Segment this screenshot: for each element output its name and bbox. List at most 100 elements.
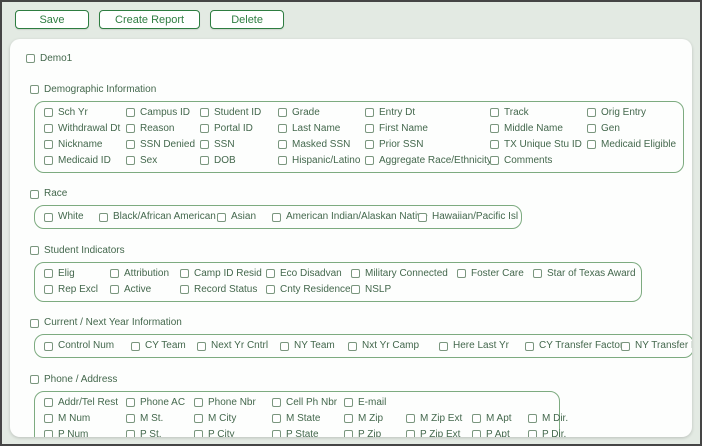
- checkbox-track[interactable]: Track: [490, 107, 587, 119]
- checkbox-box[interactable]: [344, 430, 353, 437]
- checkbox-m-zip-ext[interactable]: M Zip Ext: [406, 413, 472, 425]
- checkbox-last-name[interactable]: Last Name: [278, 123, 365, 135]
- checkbox-box[interactable]: [44, 398, 53, 407]
- checkbox-box[interactable]: [217, 212, 226, 222]
- checkbox-active[interactable]: Active: [110, 284, 180, 296]
- checkbox-box[interactable]: [126, 156, 135, 165]
- checkbox-section-student-indicators[interactable]: Student Indicators: [30, 245, 125, 257]
- checkbox-grade[interactable]: Grade: [278, 107, 365, 119]
- checkbox-box[interactable]: [490, 140, 499, 149]
- checkbox-attribution[interactable]: Attribution: [110, 268, 180, 280]
- checkbox-box[interactable]: [472, 414, 481, 423]
- checkbox-box[interactable]: [365, 140, 374, 149]
- checkbox-cell-ph-nbr[interactable]: Cell Ph Nbr: [272, 397, 344, 409]
- checkbox-box[interactable]: [194, 430, 203, 437]
- checkbox-m-city[interactable]: M City: [194, 413, 272, 425]
- checkbox-aggregate-race-ethnicity[interactable]: Aggregate Race/Ethnicity: [365, 155, 492, 167]
- checkbox-section-phone-address[interactable]: Phone / Address: [30, 374, 117, 386]
- checkbox-box[interactable]: [587, 124, 596, 133]
- checkbox-ssn-denied[interactable]: SSN Denied: [126, 139, 200, 151]
- checkbox-elig[interactable]: Elig: [44, 268, 110, 280]
- checkbox-demo1-box[interactable]: [26, 54, 35, 63]
- checkbox-box[interactable]: [272, 212, 281, 222]
- checkbox-box[interactable]: [490, 108, 499, 117]
- checkbox-box[interactable]: [126, 124, 135, 133]
- checkbox-rep-excl[interactable]: Rep Excl: [44, 284, 110, 296]
- checkbox-box[interactable]: [44, 156, 53, 165]
- checkbox-m-apt[interactable]: M Apt: [472, 413, 528, 425]
- checkbox-p-st[interactable]: P St.: [126, 429, 194, 437]
- checkbox-medicaid-eligible[interactable]: Medicaid Eligible: [587, 139, 676, 151]
- checkbox-hawaiian-pacific-isl[interactable]: Hawaiian/Pacific Isl: [418, 211, 518, 223]
- checkbox-m-st[interactable]: M St.: [126, 413, 194, 425]
- checkbox-campus-id[interactable]: Campus ID: [126, 107, 200, 119]
- checkbox-record-status[interactable]: Record Status: [180, 284, 266, 296]
- checkbox-gen[interactable]: Gen: [587, 123, 674, 135]
- checkbox-p-dir[interactable]: P Dir.: [528, 429, 566, 437]
- checkbox-box[interactable]: [44, 414, 53, 423]
- checkbox-box[interactable]: [351, 285, 360, 294]
- checkbox-orig-entry[interactable]: Orig Entry: [587, 107, 674, 119]
- checkbox-box[interactable]: [30, 375, 39, 384]
- checkbox-portal-id[interactable]: Portal ID: [200, 123, 278, 135]
- checkbox-middle-name[interactable]: Middle Name: [490, 123, 587, 135]
- checkbox-box[interactable]: [272, 430, 281, 437]
- checkbox-box[interactable]: [44, 430, 53, 437]
- checkbox-p-num[interactable]: P Num: [44, 429, 126, 437]
- checkbox-box[interactable]: [200, 124, 209, 133]
- checkbox-box[interactable]: [272, 398, 281, 407]
- checkbox-box[interactable]: [278, 156, 287, 165]
- checkbox-dob[interactable]: DOB: [200, 155, 278, 167]
- checkbox-box[interactable]: [44, 124, 53, 133]
- checkbox-masked-ssn[interactable]: Masked SSN: [278, 139, 365, 151]
- checkbox-p-apt[interactable]: P Apt: [472, 429, 528, 437]
- checkbox-hispanic-latino[interactable]: Hispanic/Latino: [278, 155, 365, 167]
- checkbox-box[interactable]: [280, 341, 289, 351]
- checkbox-box[interactable]: [126, 414, 135, 423]
- checkbox-p-state[interactable]: P State: [272, 429, 344, 437]
- checkbox-sex[interactable]: Sex: [126, 155, 200, 167]
- checkbox-p-zip[interactable]: P Zip: [344, 429, 406, 437]
- checkbox-foster-care[interactable]: Foster Care: [457, 268, 533, 280]
- save-button[interactable]: Save: [15, 10, 89, 29]
- checkbox-box[interactable]: [30, 85, 39, 94]
- checkbox-ny-team[interactable]: NY Team: [280, 340, 348, 352]
- checkbox-box[interactable]: [200, 108, 209, 117]
- checkbox-box[interactable]: [44, 269, 53, 278]
- checkbox-box[interactable]: [200, 140, 209, 149]
- checkbox-box[interactable]: [365, 108, 374, 117]
- checkbox-section-race[interactable]: Race: [30, 188, 67, 200]
- checkbox-box[interactable]: [587, 108, 596, 117]
- checkbox-military-connected[interactable]: Military Connected: [351, 268, 457, 280]
- checkbox-box[interactable]: [490, 124, 499, 133]
- checkbox-first-name[interactable]: First Name: [365, 123, 490, 135]
- checkbox-box[interactable]: [472, 430, 481, 437]
- checkbox-box[interactable]: [278, 108, 287, 117]
- checkbox-box[interactable]: [348, 341, 357, 351]
- checkbox-camp-id-resid[interactable]: Camp ID Resid: [180, 268, 266, 280]
- checkbox-box[interactable]: [266, 285, 275, 294]
- checkbox-entry-dt[interactable]: Entry Dt: [365, 107, 490, 119]
- checkbox-cy-transfer-factor[interactable]: CY Transfer Factor: [525, 340, 623, 352]
- checkbox-box[interactable]: [587, 140, 596, 149]
- checkbox-box[interactable]: [439, 341, 448, 351]
- checkbox-box[interactable]: [197, 341, 206, 351]
- checkbox-box[interactable]: [44, 140, 53, 149]
- checkbox-asian[interactable]: Asian: [217, 211, 272, 223]
- checkbox-section-demographic[interactable]: Demographic Information: [30, 84, 156, 96]
- checkbox-ny-transfer-factor[interactable]: NY Transfer Factor: [621, 340, 692, 352]
- checkbox-p-zip-ext[interactable]: P Zip Ext: [406, 429, 472, 437]
- checkbox-box[interactable]: [126, 398, 135, 407]
- checkbox-here-last-yr[interactable]: Here Last Yr: [439, 340, 525, 352]
- checkbox-nslp[interactable]: NSLP: [351, 284, 457, 296]
- checkbox-box[interactable]: [194, 398, 203, 407]
- checkbox-m-zip[interactable]: M Zip: [344, 413, 406, 425]
- checkbox-student-id[interactable]: Student ID: [200, 107, 278, 119]
- checkbox-box[interactable]: [533, 269, 542, 278]
- checkbox-box[interactable]: [30, 189, 39, 199]
- checkbox-box[interactable]: [278, 140, 287, 149]
- checkbox-box[interactable]: [126, 108, 135, 117]
- checkbox-box[interactable]: [351, 269, 360, 278]
- checkbox-m-state[interactable]: M State: [272, 413, 344, 425]
- checkbox-comments[interactable]: Comments: [490, 155, 587, 167]
